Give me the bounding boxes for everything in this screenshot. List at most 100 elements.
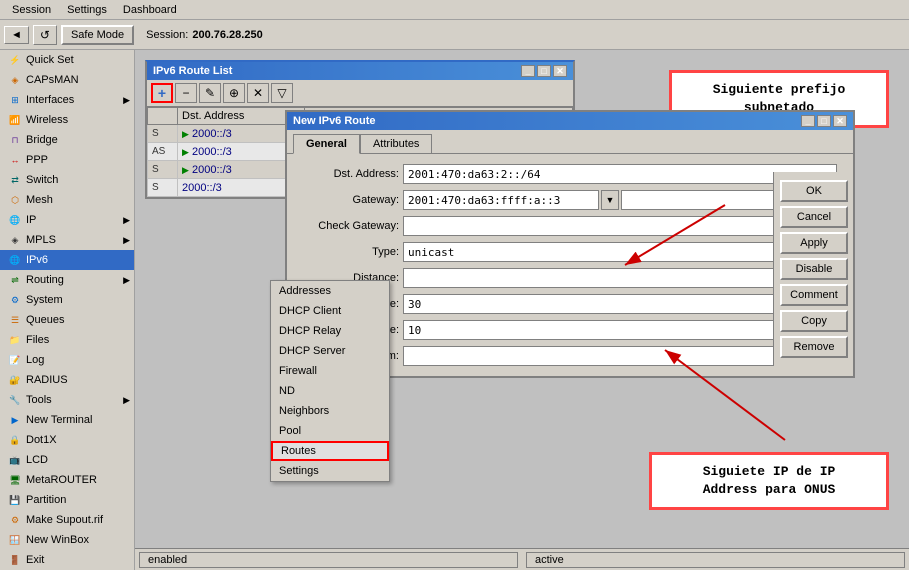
sidebar-item-switch[interactable]: ⇄ Switch <box>0 170 134 190</box>
sidebar-item-lcd[interactable]: 📺 LCD <box>0 450 134 470</box>
menu-dashboard[interactable]: Dashboard <box>115 2 185 18</box>
submenu-nd[interactable]: ND <box>271 381 389 401</box>
sidebar-item-wireless[interactable]: 📶 Wireless <box>0 110 134 130</box>
sidebar-item-radius[interactable]: 🔐 RADIUS <box>0 370 134 390</box>
ok-button[interactable]: OK <box>780 180 848 202</box>
copy-route-button[interactable]: ⊕ <box>223 83 245 103</box>
edit-route-button[interactable]: ✎ <box>199 83 221 103</box>
route-list-toolbar: + − ✎ ⊕ ✕ ▽ <box>147 80 573 107</box>
target-scope-input[interactable] <box>403 320 837 340</box>
sidebar-item-make-supout[interactable]: ⚙ Make Supout.rif <box>0 510 134 530</box>
scope-input[interactable] <box>403 294 837 314</box>
active-triangle: ▶ <box>182 129 189 139</box>
submenu-dhcp-server[interactable]: DHCP Server <box>271 341 389 361</box>
sidebar-item-bridge[interactable]: ⊓ Bridge <box>0 130 134 150</box>
disable-button[interactable]: Disable <box>780 258 848 280</box>
submenu-routes[interactable]: Routes <box>271 441 389 461</box>
sidebar-item-queues[interactable]: ☰ Queues <box>0 310 134 330</box>
sidebar-label-meta-router: MetaROUTER <box>26 474 97 486</box>
menu-settings[interactable]: Settings <box>59 2 115 18</box>
dialog-minimize-button[interactable]: _ <box>801 115 815 127</box>
sidebar-item-exit[interactable]: 🚪 Exit <box>0 550 134 570</box>
meta-router-icon: 🖥 <box>8 473 22 487</box>
submenu-settings[interactable]: Settings <box>271 461 389 481</box>
sidebar-item-quick-set[interactable]: ⚡ Quick Set <box>0 50 134 70</box>
disable-route-button[interactable]: ✕ <box>247 83 269 103</box>
close-button[interactable]: ✕ <box>553 65 567 77</box>
dialog-maximize-button[interactable]: □ <box>817 115 831 127</box>
submenu-firewall[interactable]: Firewall <box>271 361 389 381</box>
sidebar-item-files[interactable]: 📁 Files <box>0 330 134 350</box>
sidebar-item-new-terminal[interactable]: ▶ New Terminal <box>0 410 134 430</box>
back-button[interactable]: ◄ <box>4 26 29 44</box>
submenu-addresses[interactable]: Addresses <box>271 281 389 301</box>
sidebar-item-routing[interactable]: ⇌ Routing ▶ <box>0 270 134 290</box>
copy-button[interactable]: Copy <box>780 310 848 332</box>
sidebar-label-tools: Tools <box>26 394 52 406</box>
sidebar-item-capsman[interactable]: ◈ CAPsMAN <box>0 70 134 90</box>
remove-button[interactable]: Remove <box>780 336 848 358</box>
comment-button[interactable]: Comment <box>780 284 848 306</box>
check-gateway-select[interactable] <box>403 216 837 236</box>
sidebar-item-ip[interactable]: 🌐 IP ▶ <box>0 210 134 230</box>
row-dst: 2000::/3 <box>182 182 222 194</box>
sidebar-item-new-winbox[interactable]: 🪟 New WinBox <box>0 530 134 550</box>
form-row-type: Type: ▼ <box>299 242 837 262</box>
gateway-input-wrapper: ▼ ▼ <box>403 190 837 210</box>
gateway-dropdown-btn[interactable]: ▼ <box>601 190 619 210</box>
sidebar-label-new-winbox: New WinBox <box>26 534 89 546</box>
forward-button[interactable]: ↺ <box>33 25 57 45</box>
sidebar-item-meta-router[interactable]: 🖥 MetaROUTER <box>0 470 134 490</box>
sidebar-item-partition[interactable]: 💾 Partition <box>0 490 134 510</box>
sidebar-item-dot1x[interactable]: 🔒 Dot1X <box>0 430 134 450</box>
radius-icon: 🔐 <box>8 373 22 387</box>
sidebar-item-tools[interactable]: 🔧 Tools ▶ <box>0 390 134 410</box>
wireless-icon: 📶 <box>8 113 22 127</box>
cancel-button[interactable]: Cancel <box>780 206 848 228</box>
sidebar-item-ppp[interactable]: ↔ PPP <box>0 150 134 170</box>
tab-attributes[interactable]: Attributes <box>360 134 432 153</box>
gateway-input[interactable] <box>403 190 599 210</box>
sidebar-label-routing: Routing <box>26 274 64 286</box>
dot1x-icon: 🔒 <box>8 433 22 447</box>
received-from-input[interactable] <box>403 346 837 366</box>
sidebar-item-system[interactable]: ⚙ System <box>0 290 134 310</box>
sidebar-item-mesh[interactable]: ⬡ Mesh <box>0 190 134 210</box>
maximize-button[interactable]: □ <box>537 65 551 77</box>
submenu-pool[interactable]: Pool <box>271 421 389 441</box>
callout-ip: Siguiete IP de IPAddress para ONUS <box>649 452 889 510</box>
system-icon: ⚙ <box>8 293 22 307</box>
dialog-titlebar: New IPv6 Route _ □ ✕ <box>287 112 853 130</box>
submenu-dhcp-client[interactable]: DHCP Client <box>271 301 389 321</box>
apply-button[interactable]: Apply <box>780 232 848 254</box>
mpls-arrow: ▶ <box>123 235 130 246</box>
add-route-button[interactable]: + <box>151 83 173 103</box>
submenu-neighbors[interactable]: Neighbors <box>271 401 389 421</box>
filter-button[interactable]: ▽ <box>271 83 293 103</box>
tab-general[interactable]: General <box>293 134 360 154</box>
sidebar-item-mpls[interactable]: ◈ MPLS ▶ <box>0 230 134 250</box>
row-dst: 2000::/3 <box>192 146 232 158</box>
mpls-icon: ◈ <box>8 233 22 247</box>
dst-address-input[interactable] <box>403 164 837 184</box>
submenu-label-settings: Settings <box>279 465 319 477</box>
form-row-check-gateway: Check Gateway: <box>299 216 837 236</box>
menu-session[interactable]: Session <box>4 2 59 18</box>
submenu-label-neighbors: Neighbors <box>279 405 329 417</box>
row-dst: 2000::/3 <box>192 164 232 176</box>
sidebar-item-log[interactable]: 📝 Log <box>0 350 134 370</box>
safe-mode-button[interactable]: Safe Mode <box>61 25 134 45</box>
sidebar-label-lcd: LCD <box>26 454 48 466</box>
row-flag: S <box>148 161 178 179</box>
dialog-close-button[interactable]: ✕ <box>833 115 847 127</box>
main-layout: ⚡ Quick Set ◈ CAPsMAN ⊞ Interfaces ▶ 📶 W… <box>0 50 909 570</box>
sidebar-item-ipv6[interactable]: 🌐 IPv6 <box>0 250 134 270</box>
sidebar-label-switch: Switch <box>26 174 58 186</box>
distance-input[interactable] <box>403 268 837 288</box>
type-input[interactable] <box>403 242 815 262</box>
dialog-titlebar-buttons: _ □ ✕ <box>801 115 847 127</box>
submenu-dhcp-relay[interactable]: DHCP Relay <box>271 321 389 341</box>
remove-route-button[interactable]: − <box>175 83 197 103</box>
minimize-button[interactable]: _ <box>521 65 535 77</box>
sidebar-item-interfaces[interactable]: ⊞ Interfaces ▶ <box>0 90 134 110</box>
